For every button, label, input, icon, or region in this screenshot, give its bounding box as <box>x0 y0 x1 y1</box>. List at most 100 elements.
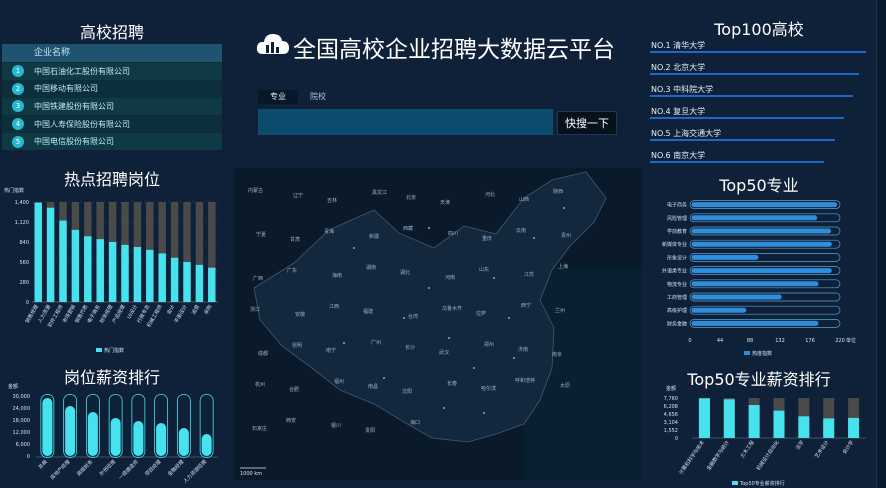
school-item[interactable]: NO.1 清华大学 <box>648 34 870 56</box>
map-label: 西宁 <box>521 302 531 309</box>
map-label: 沈阳 <box>402 388 412 395</box>
bar <box>691 320 819 326</box>
bar <box>195 264 204 302</box>
map-label: 南京 <box>552 351 562 358</box>
school-name: 复旦大学 <box>673 107 706 116</box>
map-label: 山西 <box>519 196 529 203</box>
x-tick-label: 220 <box>835 338 845 344</box>
x-axis-unit: 单位 <box>846 337 856 344</box>
y-tick-label: 24,000 <box>13 406 31 412</box>
school-rank: NO.1 <box>651 41 671 50</box>
city-dot <box>403 317 405 319</box>
school-bar <box>650 117 845 119</box>
map-label: 云南 <box>516 227 526 234</box>
map-label: 呼和浩特 <box>515 377 535 384</box>
map-label: 四川 <box>448 231 458 237</box>
school-rank: NO.4 <box>651 107 671 116</box>
y-tick-label: 12,000 <box>13 430 31 436</box>
company-name: 中国人寿保险股份有限公司 <box>34 119 130 129</box>
school-item[interactable]: NO.4 复旦大学 <box>648 100 870 122</box>
top50-major-chart: 电子商务风险管理学前教育新媒体专业形象设计外语类专业物流专业工商管理高级护理财务… <box>662 200 856 357</box>
school-rank: NO.6 <box>651 151 671 160</box>
bar <box>110 418 121 456</box>
search-tabs: 专业 院校 <box>258 90 338 104</box>
china-map[interactable]: 内蒙古辽宁吉林 黑龙江北京天津 河北山西 陕西宁夏甘肃 青海新疆 西藏四川重庆 云南贵州广西… <box>234 168 642 480</box>
x-tick-label: 高级财务 <box>75 458 94 477</box>
x-tick-label: 房地产经理 <box>49 458 72 481</box>
table-row[interactable]: 3 中国铁建股份有限公司 <box>2 97 222 115</box>
table-row[interactable]: 2 中国移动有限公司 <box>2 79 222 98</box>
city-dot <box>508 317 510 319</box>
bar <box>133 247 142 302</box>
map-label: 西藏 <box>403 225 413 232</box>
bar <box>87 412 98 456</box>
search-input[interactable] <box>259 110 552 135</box>
city-dot <box>353 247 355 249</box>
map-label: 湖北 <box>400 269 410 276</box>
map-label: 江西 <box>329 303 339 310</box>
city-dot <box>533 237 535 239</box>
bar <box>798 416 810 438</box>
tab-major[interactable]: 专业 <box>258 90 298 104</box>
map-label: 杭州 <box>255 381 265 388</box>
y-axis-label: 金额 <box>666 385 676 392</box>
map-label: 湖南 <box>366 264 376 271</box>
company-name: 中国石油化工股份有限公司 <box>34 66 130 76</box>
city-dot <box>443 407 445 409</box>
table-row[interactable]: 4 中国人寿保险股份有限公司 <box>2 114 222 133</box>
map-label: 兰州 <box>555 307 565 314</box>
page-scrollbar[interactable] <box>876 0 886 488</box>
bar <box>42 398 53 456</box>
search-button[interactable]: 快搜一下 <box>557 111 617 135</box>
bar <box>691 294 782 300</box>
city-dot <box>428 287 430 289</box>
x-tick-label: 会计学 <box>841 439 855 455</box>
y-tick-label: 6,000 <box>16 442 30 448</box>
table-row[interactable]: 1 中国石油化工股份有限公司 <box>2 62 222 80</box>
school-bar <box>650 51 866 53</box>
school-item[interactable]: NO.6 南京大学 <box>648 144 870 166</box>
school-label: NO.6 南京大学 <box>651 150 705 161</box>
legend-label: 热门指数 <box>104 347 124 354</box>
tab-school[interactable]: 院校 <box>298 90 338 104</box>
row-index: 3 <box>12 100 24 113</box>
map-label: 长春 <box>447 380 457 387</box>
bar <box>178 428 189 456</box>
school-item[interactable]: NO.3 中科院大学 <box>648 78 870 100</box>
y-tick-label: 3,104 <box>664 420 678 426</box>
y-tick-label: 高级护理 <box>667 307 687 314</box>
y-tick-label: 财务金融 <box>667 320 687 327</box>
search-box <box>258 109 553 135</box>
row-index: 4 <box>12 118 24 131</box>
map-label: 济南 <box>518 346 528 353</box>
bar <box>848 417 860 438</box>
map-label: 福州 <box>334 378 344 385</box>
bar <box>723 399 735 438</box>
map-label: 昆明 <box>292 343 302 349</box>
bar <box>170 257 179 302</box>
city-dot <box>563 207 565 209</box>
y-tick-label: 学前教育 <box>667 228 687 235</box>
bar <box>773 410 785 438</box>
map-label: 台湾 <box>408 313 418 320</box>
table-row[interactable]: 5 中国电信股份有限公司 <box>2 132 222 150</box>
x-tick-label: 88 <box>747 338 753 344</box>
map-label: 青海 <box>324 228 334 235</box>
map-label: 山东 <box>479 266 489 273</box>
brand-header: 全国高校企业招聘大数据云平台 <box>255 28 635 68</box>
y-tick-label: 电子商务 <box>667 202 687 209</box>
map-label: 安徽 <box>295 311 305 318</box>
bar <box>158 253 166 302</box>
x-tick-label: 计算机科学与技术 <box>677 439 706 476</box>
y-tick-label: 风险管理 <box>667 215 687 222</box>
brand-title: 全国高校企业招聘大数据云平台 <box>293 37 615 63</box>
city-dot <box>383 377 385 379</box>
table-header: 企业名称 <box>2 44 222 62</box>
school-item[interactable]: NO.2 北京大学 <box>648 56 870 78</box>
company-name: 中国铁建股份有限公司 <box>34 101 114 111</box>
school-item[interactable]: NO.5 上海交通大学 <box>648 122 870 144</box>
legend-swatch <box>732 481 738 485</box>
x-tick-label: 机械设计自动化 <box>755 439 781 472</box>
legend-swatch <box>96 348 102 352</box>
y-tick-label: 新媒体专业 <box>662 241 687 248</box>
